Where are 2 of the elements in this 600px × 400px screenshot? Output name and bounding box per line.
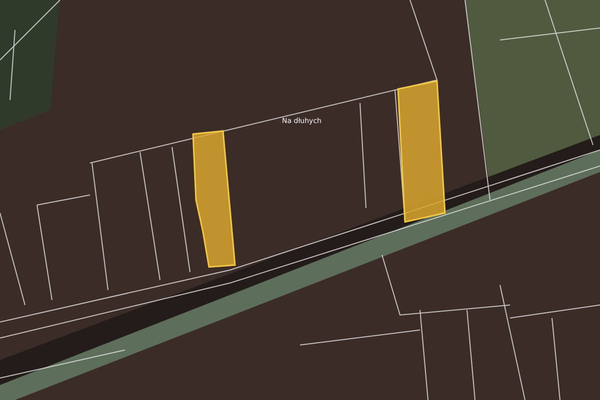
highlighted-parcel[interactable]	[192, 130, 236, 268]
highlighted-parcel[interactable]	[397, 80, 446, 223]
